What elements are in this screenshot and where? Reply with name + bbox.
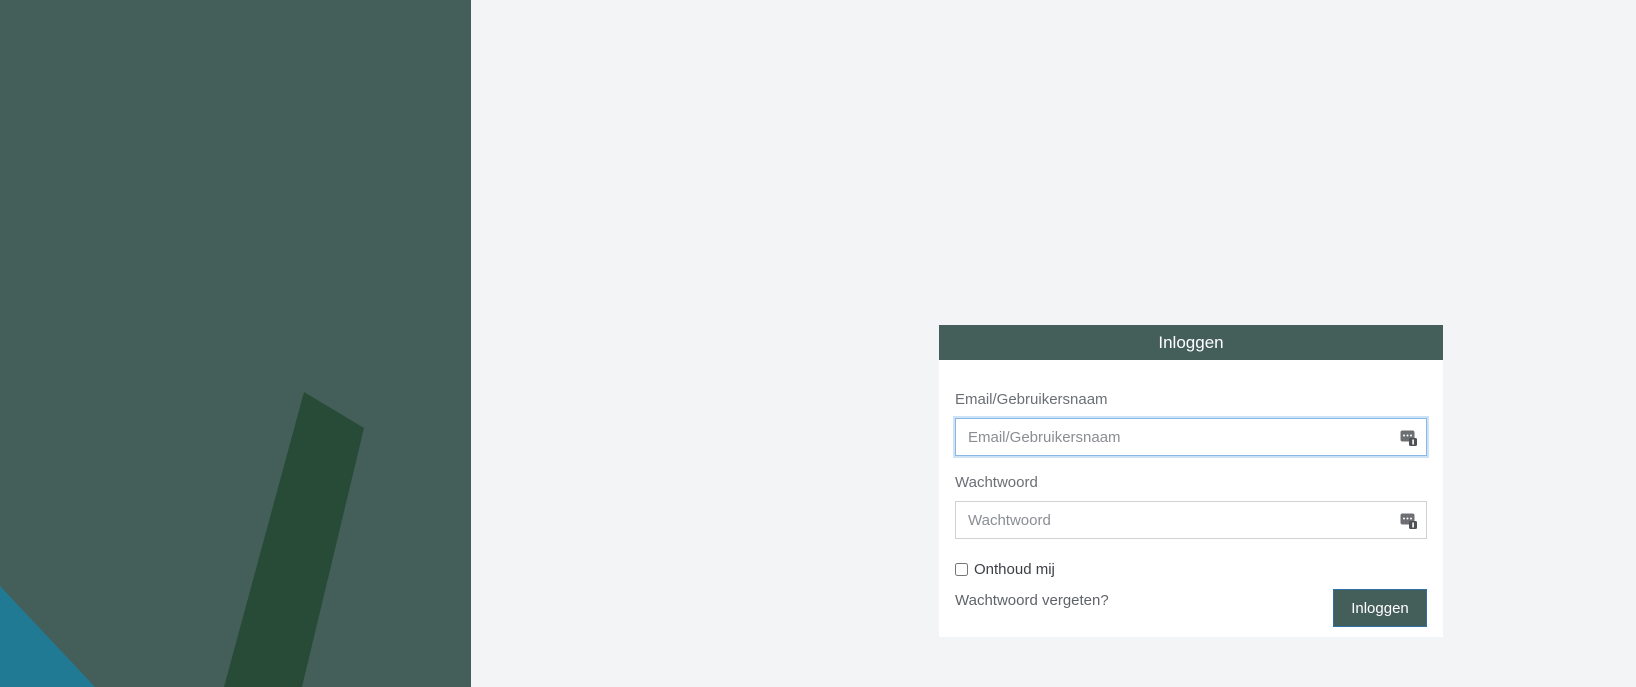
forgot-password-link[interactable]: Wachtwoord vergeten? <box>955 592 1109 609</box>
remember-me-checkbox[interactable] <box>955 562 968 576</box>
password-label: Wachtwoord <box>955 474 1038 491</box>
decorative-blue-triangle <box>0 586 95 687</box>
username-label: Email/Gebruikersnaam <box>955 391 1108 408</box>
password-manager-icon[interactable] <box>1400 512 1417 529</box>
password-field-wrap <box>955 501 1427 539</box>
remember-me-row: Onthoud mij <box>955 559 1427 579</box>
remember-me-label[interactable]: Onthoud mij <box>974 561 1055 578</box>
side-panel <box>0 0 471 687</box>
username-field-wrap <box>955 418 1427 456</box>
login-card-title: Inloggen <box>939 325 1443 360</box>
decorative-dark-stripe <box>224 392 364 687</box>
login-form: Email/Gebruikersnaam Wachtwoord <box>939 391 1443 629</box>
decorative-shapes <box>0 392 364 687</box>
password-input[interactable] <box>955 501 1427 539</box>
form-actions: Wachtwoord vergeten? Inloggen <box>955 589 1427 629</box>
password-manager-icon[interactable] <box>1400 429 1417 446</box>
login-card: Inloggen Email/Gebruikersnaam Wachtwoord <box>939 325 1443 637</box>
username-input[interactable] <box>955 418 1427 456</box>
login-button[interactable]: Inloggen <box>1333 589 1427 627</box>
